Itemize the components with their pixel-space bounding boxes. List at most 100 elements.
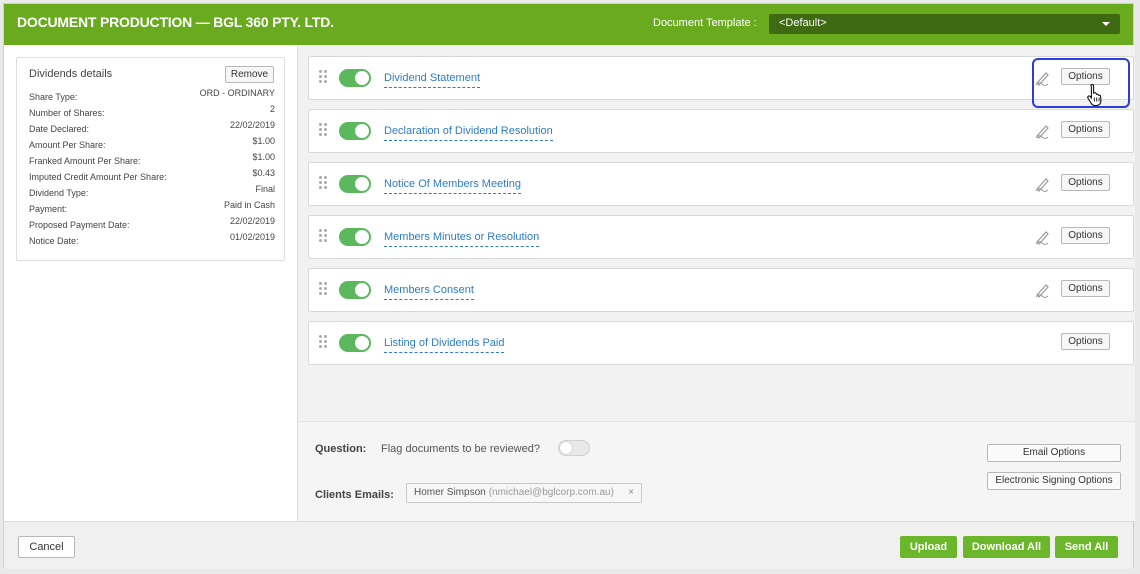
document-row: Members Minutes or Resolution Options <box>308 215 1134 259</box>
detail-row: Date Declared: 22/02/2019 <box>29 120 275 136</box>
client-name: Homer Simpson <box>414 487 486 498</box>
options-button[interactable]: Options <box>1061 280 1110 297</box>
detail-key: Payment: <box>29 204 68 214</box>
detail-key: Share Type: <box>29 92 78 102</box>
drag-handle-icon[interactable] <box>319 282 329 296</box>
document-name-link[interactable]: Dividend Statement <box>384 72 480 88</box>
email-options-button[interactable]: Email Options <box>987 444 1121 462</box>
left-pane: Dividends details Remove Share Type: ORD … <box>4 45 297 521</box>
drag-handle-icon[interactable] <box>319 70 329 84</box>
electronic-signing-options-button[interactable]: Electronic Signing Options <box>987 472 1121 490</box>
hand-cursor-icon <box>1087 83 1102 107</box>
options-button[interactable]: Options <box>1061 333 1110 350</box>
dividends-details-title: Dividends details <box>29 68 113 80</box>
document-name-link[interactable]: Members Consent <box>384 284 474 300</box>
drag-handle-icon[interactable] <box>319 229 329 243</box>
detail-value: 01/02/2019 <box>229 232 275 242</box>
document-template-select[interactable]: <Default> <box>769 14 1120 34</box>
toggle-knob <box>355 124 369 138</box>
document-enabled-toggle[interactable] <box>339 228 371 246</box>
detail-key: Franked Amount Per Share: <box>29 156 141 166</box>
focus-highlight <box>1032 58 1130 108</box>
detail-key: Dividend Type: <box>29 188 89 198</box>
detail-key: Imputed Credit Amount Per Share: <box>29 172 167 182</box>
toggle-knob <box>355 230 369 244</box>
detail-row: Notice Date: 01/02/2019 <box>29 232 275 248</box>
detail-row: Franked Amount Per Share: $1.00 <box>29 152 275 168</box>
detail-value: $1.00 <box>252 136 275 146</box>
detail-value: 22/02/2019 <box>229 216 275 226</box>
modal-footer: Cancel Upload Download All Send All <box>4 521 1133 569</box>
options-button[interactable]: Options <box>1061 121 1110 138</box>
detail-key: Notice Date: <box>29 236 79 246</box>
document-enabled-toggle[interactable] <box>339 334 371 352</box>
drag-handle-icon[interactable] <box>319 176 329 190</box>
modal-title: DOCUMENT PRODUCTION — BGL 360 PTY. LTD. <box>17 14 334 30</box>
cancel-button[interactable]: Cancel <box>18 536 75 558</box>
document-row: Declaration of Dividend Resolution Optio… <box>308 109 1134 153</box>
detail-value: 22/02/2019 <box>229 120 275 130</box>
signature-pen-icon[interactable] <box>1034 282 1050 298</box>
details-rows: Share Type: ORD - ORDINARY Number of Shar… <box>29 88 275 248</box>
signature-pen-icon[interactable] <box>1034 229 1050 245</box>
detail-row: Proposed Payment Date: 22/02/2019 <box>29 216 275 232</box>
detail-value: $0.43 <box>252 168 275 178</box>
toggle-knob <box>560 442 572 454</box>
detail-key: Proposed Payment Date: <box>29 220 130 230</box>
detail-key: Number of Shares: <box>29 108 105 118</box>
drag-handle-icon[interactable] <box>319 335 329 349</box>
question-text: Flag documents to be reviewed? <box>381 443 540 455</box>
remove-button[interactable]: Remove <box>225 66 274 83</box>
document-enabled-toggle[interactable] <box>339 175 371 193</box>
detail-value: 2 <box>269 104 275 114</box>
detail-row: Dividend Type: Final <box>29 184 275 200</box>
toggle-knob <box>355 336 369 350</box>
options-button[interactable]: Options <box>1061 174 1110 191</box>
document-enabled-toggle[interactable] <box>339 122 371 140</box>
chevron-down-icon <box>1102 22 1110 26</box>
document-name-link[interactable]: Declaration of Dividend Resolution <box>384 125 553 141</box>
detail-row: Imputed Credit Amount Per Share: $0.43 <box>29 168 275 184</box>
detail-value: $1.00 <box>252 152 275 162</box>
upload-button[interactable]: Upload <box>900 536 957 558</box>
document-enabled-toggle[interactable] <box>339 69 371 87</box>
document-name-link[interactable]: Notice Of Members Meeting <box>384 178 521 194</box>
detail-key: Amount Per Share: <box>29 140 106 150</box>
client-email-chip[interactable]: Homer Simpson (nmichael@bglcorp.com.au) × <box>406 483 642 503</box>
document-template-value: <Default> <box>779 17 827 29</box>
flag-review-toggle[interactable] <box>558 440 590 456</box>
modal-header: DOCUMENT PRODUCTION — BGL 360 PTY. LTD. … <box>4 4 1133 45</box>
document-row: Dividend Statement Options <box>308 56 1134 100</box>
toggle-knob <box>355 71 369 85</box>
drag-handle-icon[interactable] <box>319 123 329 137</box>
options-button[interactable]: Options <box>1061 227 1110 244</box>
dividends-details-panel: Dividends details Remove Share Type: ORD … <box>16 57 285 261</box>
document-enabled-toggle[interactable] <box>339 281 371 299</box>
document-production-modal: DOCUMENT PRODUCTION — BGL 360 PTY. LTD. … <box>3 3 1135 569</box>
signature-pen-icon[interactable] <box>1034 176 1050 192</box>
review-and-emails-area: Question: Flag documents to be reviewed?… <box>298 421 1135 521</box>
client-email: (nmichael@bglcorp.com.au) <box>488 487 614 498</box>
document-template-label: Document Template : <box>653 17 757 29</box>
detail-row: Number of Shares: 2 <box>29 104 275 120</box>
document-name-link[interactable]: Listing of Dividends Paid <box>384 337 505 353</box>
document-row: Notice Of Members Meeting Options <box>308 162 1134 206</box>
detail-value: Paid in Cash <box>223 200 275 210</box>
remove-chip-icon[interactable]: × <box>628 487 634 498</box>
toggle-knob <box>355 283 369 297</box>
signature-pen-icon[interactable] <box>1034 123 1050 139</box>
toggle-knob <box>355 177 369 191</box>
question-label: Question: <box>315 443 367 455</box>
clients-emails-label: Clients Emails: <box>315 489 394 501</box>
send-all-button[interactable]: Send All <box>1055 536 1118 558</box>
detail-value: Final <box>255 184 275 194</box>
detail-value: ORD - ORDINARY <box>199 88 275 98</box>
detail-row: Amount Per Share: $1.00 <box>29 136 275 152</box>
documents-pane: Dividend Statement Options Declaration o… <box>298 45 1135 421</box>
document-row: Members Consent Options <box>308 268 1134 312</box>
detail-row: Payment: Paid in Cash <box>29 200 275 216</box>
document-row: Listing of Dividends Paid Options <box>308 321 1134 365</box>
download-all-button[interactable]: Download All <box>963 536 1050 558</box>
document-name-link[interactable]: Members Minutes or Resolution <box>384 231 540 247</box>
detail-row: Share Type: ORD - ORDINARY <box>29 88 275 104</box>
